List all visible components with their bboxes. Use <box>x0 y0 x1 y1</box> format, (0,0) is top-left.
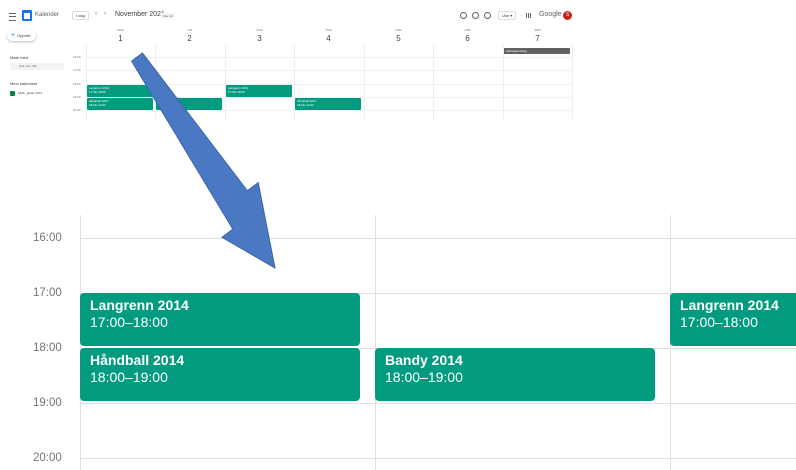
time-label-17: 17:00 <box>33 287 62 299</box>
create-button[interactable]: + Opprett <box>7 30 36 41</box>
month-title: November 2021 <box>115 11 165 18</box>
day-header-mon[interactable]: MAN 1 <box>86 28 155 43</box>
plus-icon: + <box>11 32 16 39</box>
time-label-20: 20:00 <box>33 452 62 464</box>
event-bandy-2014[interactable]: Bandy 2014 18:00–19:00 <box>375 348 655 401</box>
event-handball-mon[interactable]: Håndball 2014 18:00–19:00 <box>87 98 153 110</box>
grid-line <box>86 70 572 71</box>
next-week-icon[interactable]: › <box>104 11 106 17</box>
day-header-wed[interactable]: ONS 3 <box>225 28 294 43</box>
view-selector[interactable]: Uke ▾ <box>498 11 517 20</box>
week-badge: Uke 44 <box>161 13 175 19</box>
event-handball-2014[interactable]: Håndball 2014 18:00–19:00 <box>80 348 360 401</box>
grid-line <box>86 57 572 58</box>
create-label: Opprett <box>17 33 31 38</box>
app-name: Kalender <box>35 12 60 18</box>
time-label-19: 19:00 <box>33 397 62 409</box>
meet-with-label: Møte med <box>10 55 29 60</box>
my-calendars-label[interactable]: Mine kalendere <box>10 81 37 86</box>
time-label: 16:00 <box>73 55 81 59</box>
help-icon[interactable] <box>472 12 479 19</box>
day-header-sat[interactable]: LØR 6 <box>433 28 502 43</box>
zoomed-calendar: 16:00 17:00 18:00 19:00 20:00 Langrenn 2… <box>0 215 796 470</box>
apps-grid-icon[interactable] <box>526 13 531 18</box>
grid-line <box>572 45 573 120</box>
time-label: 18:00 <box>73 82 81 86</box>
all-day-event[interactable]: Allehelgensdag <box>503 48 570 54</box>
calendar-name: IdrAL_gutter 2014 <box>18 91 43 95</box>
event-time: 18:00–19:00 <box>385 369 463 385</box>
event-handball-thu[interactable]: Håndball 2014 18:00–19:00 <box>295 98 361 110</box>
event-title: Bandy 2014 <box>385 352 463 368</box>
time-label-18: 18:00 <box>33 342 62 354</box>
day-header-thu[interactable]: TOR 4 <box>294 28 363 43</box>
main-menu-icon[interactable] <box>9 13 16 21</box>
event-langrenn-wed[interactable]: Langrenn 2014 17:00–18:00 <box>226 85 292 97</box>
today-button[interactable]: I dag <box>72 11 89 20</box>
grid-line <box>80 458 796 459</box>
settings-icon[interactable] <box>484 12 491 19</box>
grid-line <box>86 84 572 85</box>
day-header-sun[interactable]: SØN 7 <box>503 28 572 43</box>
day-header-tue[interactable]: TIR 2 <box>155 28 224 43</box>
event-langrenn-2014[interactable]: Langrenn 2014 17:00–18:00 <box>80 293 360 346</box>
time-label: 17:00 <box>73 68 81 72</box>
google-label: Google <box>539 11 562 18</box>
grid-line <box>375 215 376 470</box>
grid-line <box>80 238 796 239</box>
event-bandy-tue[interactable]: Bandy 2014 18:00–19:00 <box>156 98 222 110</box>
event-time: 18:00–19:00 <box>90 369 168 385</box>
calendar-checkbox[interactable] <box>10 91 15 96</box>
avatar[interactable]: S <box>563 11 572 20</box>
event-time: 17:00–18:00 <box>90 314 168 330</box>
event-title: Langrenn 2014 <box>90 297 189 313</box>
grid-line <box>86 110 572 111</box>
grid-line <box>80 403 796 404</box>
people-search-input[interactable]: Søk etter folk <box>10 63 64 70</box>
event-title: Håndball 2014 <box>90 352 185 368</box>
day-header-fri[interactable]: FRE 5 <box>364 28 433 43</box>
time-label-16: 16:00 <box>33 232 62 244</box>
time-label: 20:00 <box>73 108 81 112</box>
event-time: 17:00–18:00 <box>680 314 758 330</box>
calendar-overview: Kalender I dag ‹ › November 2021 Uke 44 … <box>0 0 580 125</box>
event-langrenn-mon[interactable]: Langrenn 2014 17:00–18:00 <box>87 85 153 97</box>
prev-week-icon[interactable]: ‹ <box>95 11 97 17</box>
calendar-logo-icon <box>22 10 32 21</box>
event-title: Langrenn 2014 <box>680 297 779 313</box>
time-label: 19:00 <box>73 95 81 99</box>
event-langrenn-2014-partial[interactable]: Langrenn 2014 17:00–18:00 <box>670 293 796 346</box>
search-icon[interactable] <box>460 12 467 19</box>
